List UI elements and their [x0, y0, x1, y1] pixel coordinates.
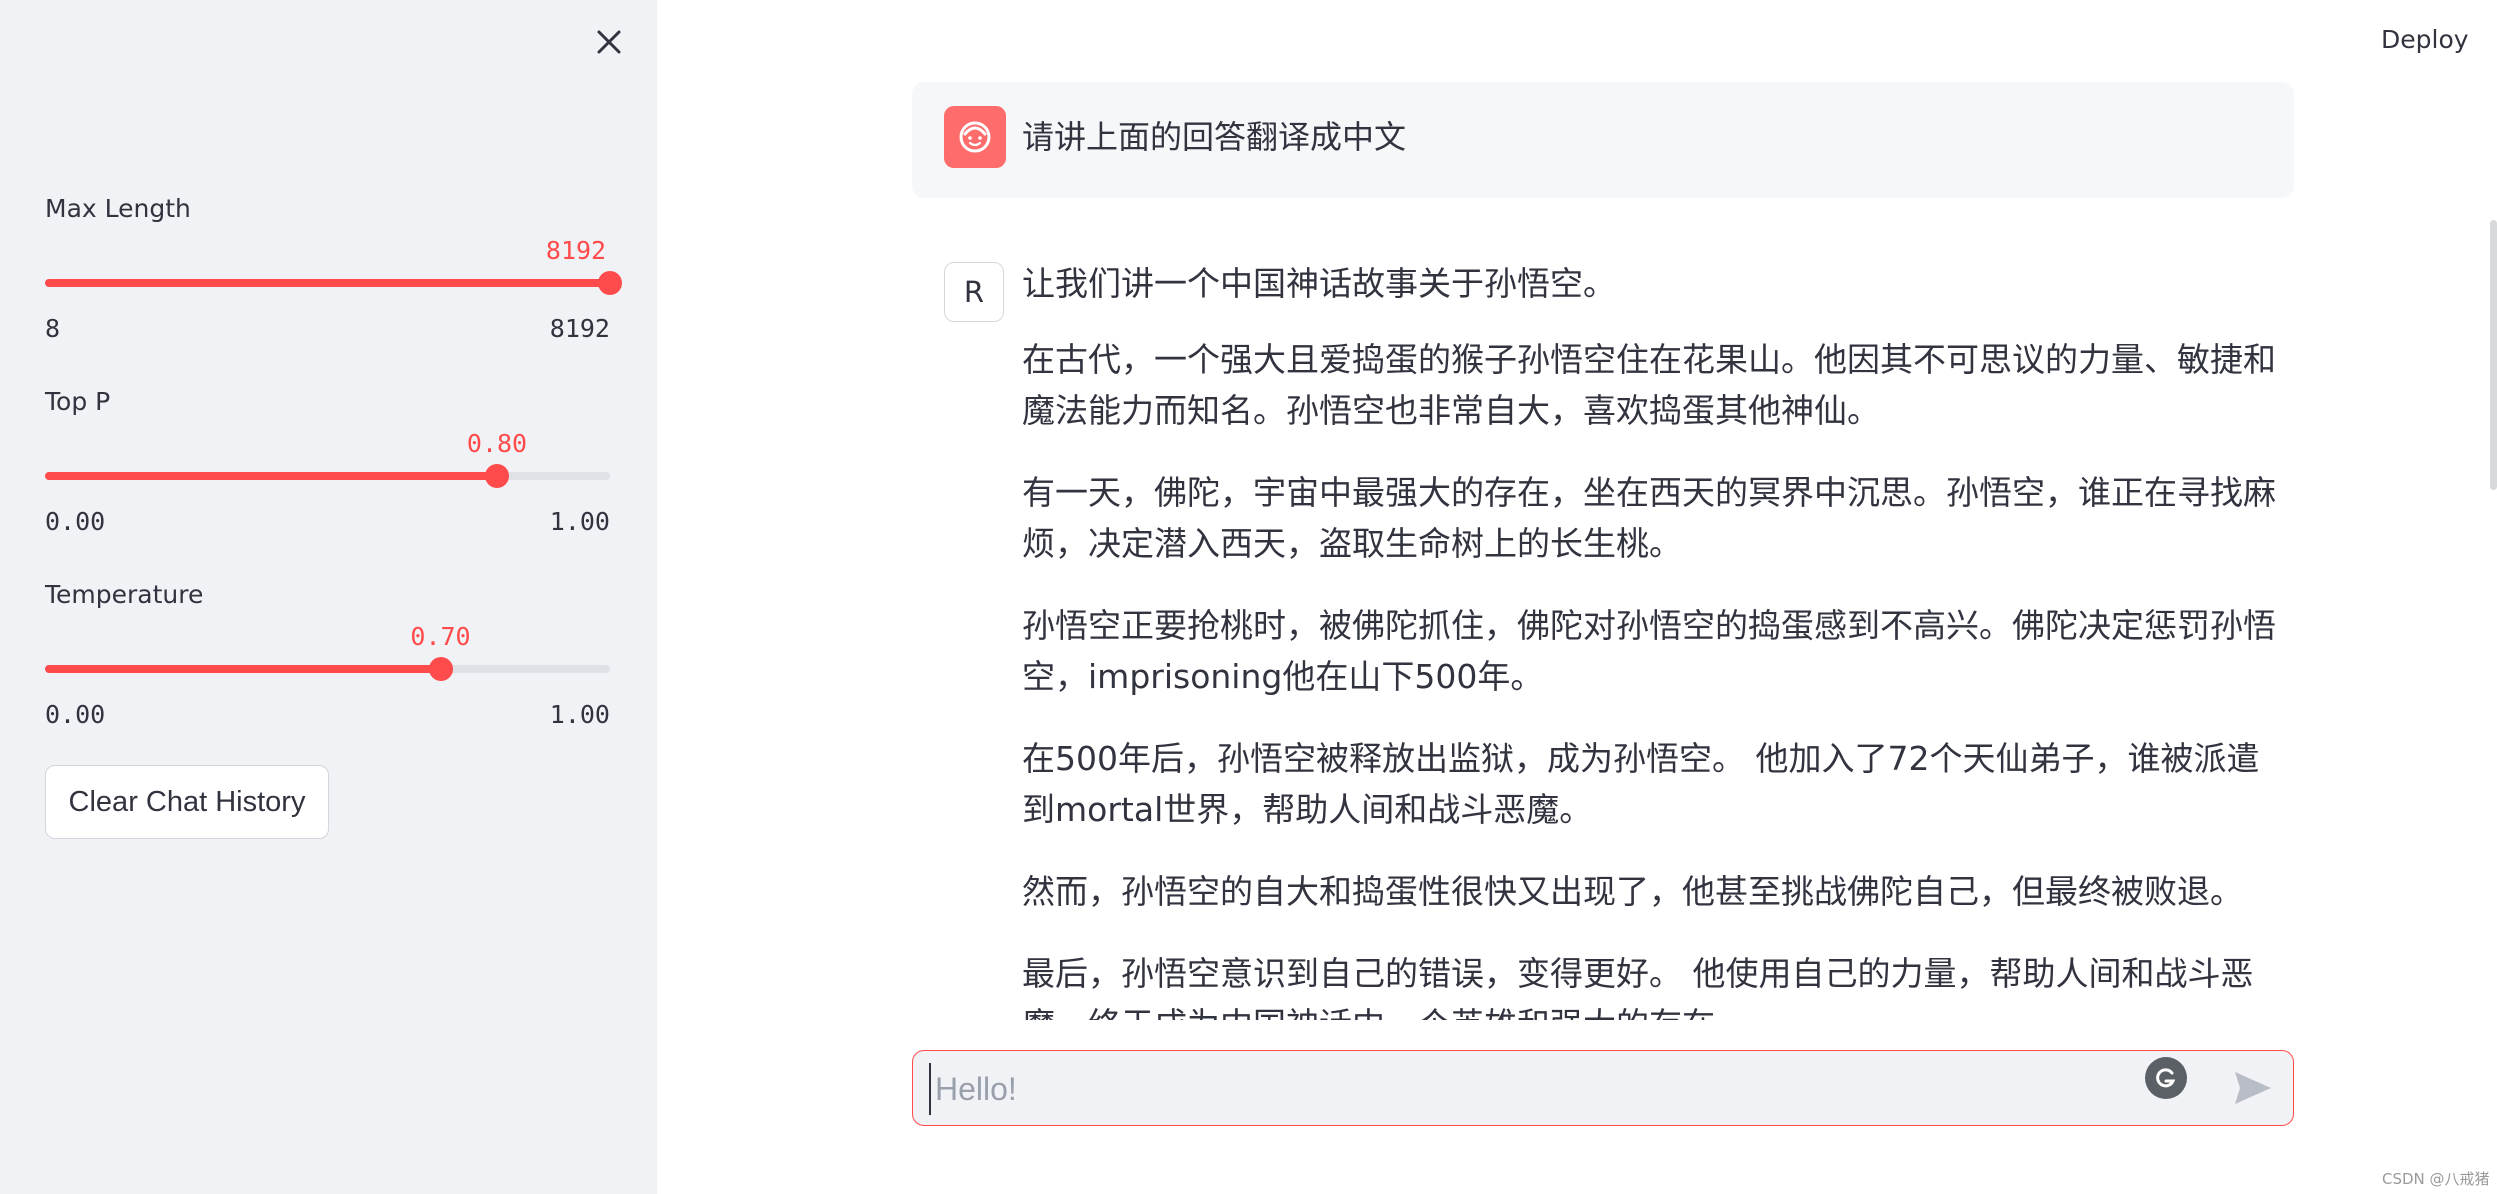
assistant-avatar: R — [944, 262, 1004, 322]
assistant-paragraph: 让我们讲一个中国神话故事关于孙悟空。 — [1022, 264, 1616, 303]
slider-max-label: 8192 — [549, 314, 610, 343]
slider-fill — [45, 279, 610, 287]
chat-input[interactable] — [929, 1063, 2037, 1115]
scrollbar[interactable] — [2490, 220, 2497, 490]
user-avatar — [944, 106, 1006, 168]
send-icon[interactable] — [2232, 1069, 2274, 1107]
slider-thumb[interactable] — [598, 271, 622, 295]
slider-min-label: 0.00 — [45, 700, 106, 729]
assistant-message: 让我们讲一个中国神话故事关于孙悟空。 在古代，一个强大且爱捣蛋的猴子孙悟空住在花… — [1022, 264, 2292, 1020]
user-message-text: 请讲上面的回答翻译成中文 — [1022, 118, 1407, 156]
slider-value: 0.70 — [410, 622, 471, 651]
slider-value: 0.80 — [466, 429, 528, 458]
slider-label: Top P — [45, 387, 111, 416]
assistant-paragraph: 然而，孙悟空的自大和捣蛋性很快又出现了，他甚至挑战佛陀自己，但最终被败退。 — [1022, 872, 2243, 911]
clear-chat-history-button[interactable]: Clear Chat History — [45, 765, 329, 839]
assistant-paragraph: 在500年后，孙悟空被释放出监狱，成为孙悟空。 他加入了72个天仙弟子，谁被派遣… — [1022, 739, 2260, 829]
slider-fill — [45, 472, 497, 480]
slider-max-label: 1.00 — [549, 507, 610, 536]
watermark: CSDN @八戒猪 — [2382, 1170, 2490, 1188]
slider-max-length[interactable]: Max Length 8192 8 8192 — [45, 194, 622, 344]
slider-thumb[interactable] — [428, 657, 453, 681]
deploy-button[interactable]: Deploy — [2381, 25, 2469, 54]
sidebar: Max Length 8192 8 8192 Top P 0.80 0.00 1… — [0, 0, 657, 1194]
slider-track[interactable] — [45, 271, 622, 295]
slider-label: Max Length — [45, 194, 191, 223]
close-icon[interactable] — [592, 25, 626, 59]
chat-history[interactable]: R 让我们讲一个中国神话故事关于孙悟空。 在古代，一个强大且爱捣蛋的猴子孙悟空住… — [912, 250, 2302, 1020]
slider-temperature[interactable]: Temperature 0.70 0.00 1.00 — [45, 580, 621, 730]
slider-value: 8192 — [545, 236, 607, 265]
slider-min-label: 8 — [45, 314, 61, 343]
grammarly-g-glyph — [2156, 1068, 2176, 1088]
assistant-paragraph: 最后，孙悟空意识到自己的错误，变得更好。 他使用自己的力量，帮助人间和战斗恶魔，… — [1022, 954, 2254, 1020]
slider-fill — [45, 665, 441, 673]
assistant-paragraph: 有一天，佛陀，宇宙中最强大的存在，坐在西天的冥界中沉思。孙悟空，谁正在寻找麻烦，… — [1022, 473, 2276, 563]
slider-thumb[interactable] — [485, 464, 509, 488]
slider-min-label: 0.00 — [45, 507, 106, 536]
assistant-paragraph: 孙悟空正要抢桃时，被佛陀抓住，佛陀对孙悟空的捣蛋感到不高兴。佛陀决定惩罚孙悟空，… — [1022, 606, 2276, 696]
slider-track[interactable] — [45, 464, 610, 488]
slider-track[interactable] — [45, 657, 610, 681]
slider-label: Temperature — [45, 580, 204, 609]
slider-max-label: 1.00 — [549, 700, 610, 729]
slider-top-p[interactable]: Top P 0.80 0.00 1.00 — [45, 387, 621, 537]
assistant-paragraph: 在古代，一个强大且爱捣蛋的猴子孙悟空住在花果山。他因其不可思议的力量、敏捷和魔法… — [1022, 340, 2276, 430]
chat-input-box[interactable] — [912, 1050, 2294, 1126]
user-face-icon — [959, 121, 991, 153]
grammarly-icon[interactable] — [2145, 1057, 2187, 1099]
user-message: 请讲上面的回答翻译成中文 — [912, 82, 2294, 198]
